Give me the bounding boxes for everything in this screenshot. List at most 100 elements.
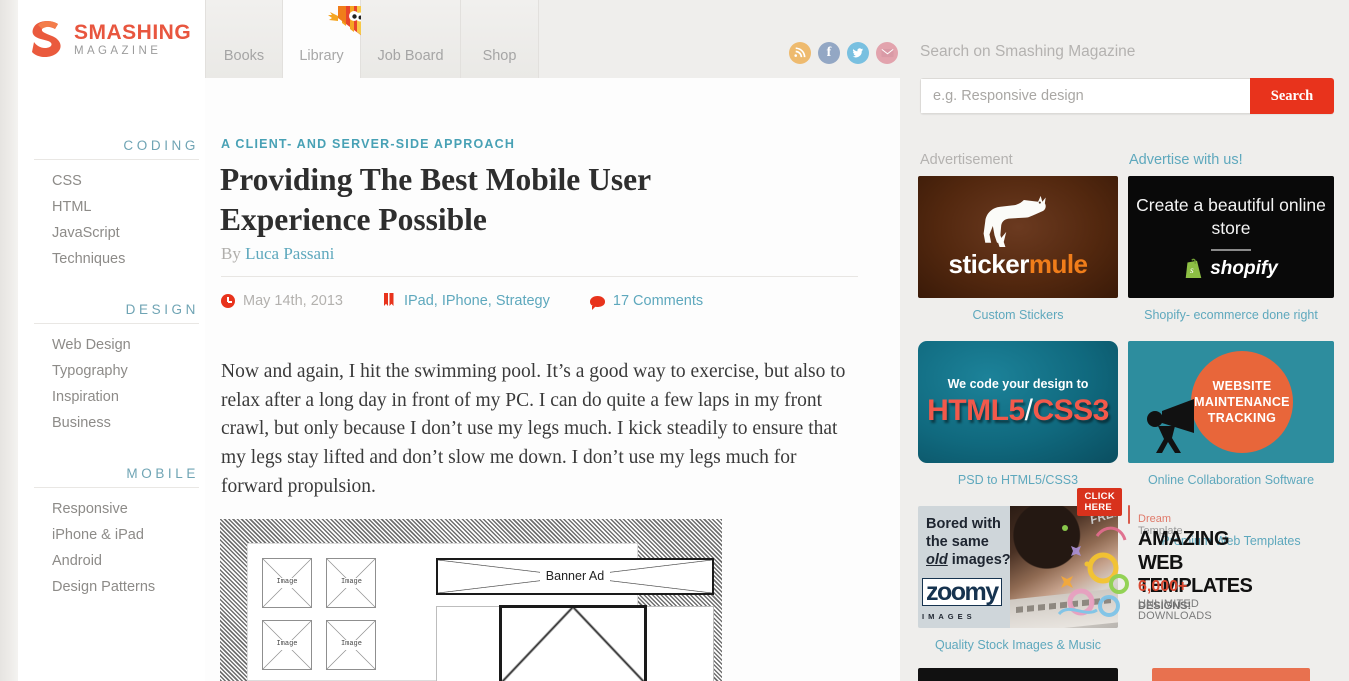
- sidebar-item-typography[interactable]: Typography: [52, 359, 205, 385]
- nav-tab-books[interactable]: Books: [205, 0, 283, 78]
- sketch-banner-ad: Banner Ad: [436, 558, 714, 595]
- ad-caption-stickermule[interactable]: Custom Stickers: [918, 298, 1118, 341]
- book-mascot-icon: [326, 2, 366, 44]
- site-logo[interactable]: SMASHING MAGAZINE: [28, 18, 191, 60]
- nav-tab-library[interactable]: Library: [283, 0, 365, 78]
- comment-bubble-icon: [589, 295, 605, 310]
- sidebar-category-mobile: MOBILE Responsive iPhone & iPad Android …: [18, 437, 205, 601]
- ad-top-line: We code your design to: [947, 376, 1089, 391]
- sketch-image-placeholder: Image: [326, 558, 377, 608]
- ad-tile-psd-to-html[interactable]: We code your design to HTML5/CSS3: [918, 341, 1118, 463]
- ad-tile-dream-template[interactable]: FREE Dream Template AMAZING WEB TEMPLATE…: [1051, 488, 1253, 622]
- sketch-canvas: Image Image Image Image Image Image Bann…: [247, 543, 714, 681]
- byline-prefix: By: [221, 244, 241, 263]
- sidebar-category-title: CODING: [123, 138, 199, 153]
- main-nav: Books Library Job Board Shop: [205, 0, 539, 78]
- sidebar-item-html[interactable]: HTML: [52, 195, 205, 221]
- sketch-image-placeholder: Image: [326, 620, 377, 670]
- ad-tile-shopify[interactable]: Create a beautiful online store s shopif…: [1128, 176, 1334, 298]
- ad-brand-row: s shopify: [1184, 258, 1278, 280]
- ad-line-2: the same: [926, 534, 989, 551]
- sidebar-item-javascript[interactable]: JavaScript: [52, 221, 205, 247]
- ad-caption-shopify[interactable]: Shopify- ecommerce done right: [1128, 298, 1334, 341]
- article-eyebrow[interactable]: A CLIENT- AND SERVER-SIDE APPROACH: [221, 137, 515, 151]
- newsletter-icon[interactable]: [876, 42, 898, 64]
- sidebar-category-design: DESIGN Web Design Typography Inspiration…: [18, 273, 205, 437]
- article-meta: May 14th, 2013 IPad, IPhone, Strategy 17…: [221, 293, 743, 310]
- category-sidebar: CODING CSS HTML JavaScript Techniques DE…: [18, 78, 205, 681]
- ad-cell: We code your design to HTML5/CSS3 PSD to…: [918, 341, 1118, 506]
- ad-headline-part-a: HTML5: [927, 393, 1025, 427]
- article-main: A CLIENT- AND SERVER-SIDE APPROACH Provi…: [205, 78, 900, 681]
- ad-tile-partial-left[interactable]: [918, 668, 1118, 681]
- ad-brand: stickermule: [948, 248, 1088, 280]
- sidebar-item-web-design[interactable]: Web Design: [52, 333, 205, 359]
- nav-tab-label: Books: [223, 48, 265, 64]
- meta-date: May 14th, 2013: [221, 293, 343, 309]
- nav-tab-job-board[interactable]: Job Board: [361, 0, 461, 78]
- meta-tags-link[interactable]: IPad, IPhone, Strategy: [404, 293, 550, 309]
- ad-brand: shopify: [1210, 257, 1278, 279]
- divider: [221, 276, 858, 277]
- facebook-icon[interactable]: f: [818, 42, 840, 64]
- meta-date-text: May 14th, 2013: [243, 293, 343, 309]
- author-link[interactable]: Luca Passani: [245, 244, 334, 263]
- ad-cell: Create a beautiful online store s shopif…: [1128, 176, 1334, 341]
- clock-icon: [221, 294, 235, 308]
- ad-headline-part-b: CSS3: [1032, 393, 1109, 427]
- sidebar-item-responsive[interactable]: Responsive: [52, 497, 205, 523]
- ad-line-1: Bored with: [926, 516, 1001, 532]
- ad-line-3: TRACKING: [1207, 411, 1277, 425]
- sketch-hero-block: [436, 605, 714, 681]
- ad-cell: stickermule Custom Stickers: [918, 176, 1118, 341]
- sidebar-item-css[interactable]: CSS: [52, 169, 205, 195]
- divider: [1211, 248, 1251, 251]
- advertise-with-us-link[interactable]: Advertise with us!: [1129, 152, 1243, 168]
- rss-icon[interactable]: [789, 42, 811, 64]
- social-links: f: [789, 42, 898, 64]
- sidebar-list: Responsive iPhone & iPad Android Design …: [18, 488, 205, 601]
- ad-brand-part-a: sticker: [948, 248, 1029, 279]
- logo-subtitle: MAGAZINE: [74, 45, 162, 58]
- sketch-image-grid: Image Image Image Image Image Image: [262, 558, 386, 681]
- sidebar-item-android[interactable]: Android: [52, 549, 205, 575]
- nav-tab-shop[interactable]: Shop: [461, 0, 539, 78]
- ad-caption-zoomy[interactable]: Quality Stock Images & Music: [918, 628, 1118, 671]
- ad-circle-badge: WEBSITE MAINTENANCE TRACKING: [1191, 351, 1293, 453]
- ad-brand-part-b: mule: [1028, 248, 1088, 279]
- svg-text:s: s: [1190, 266, 1194, 276]
- search-label: Search on Smashing Magazine: [920, 43, 1136, 60]
- sidebar-category-title: DESIGN: [125, 302, 199, 317]
- page-title: Providing The Best Mobile User Experienc…: [220, 162, 651, 237]
- confetti-graphic: [1051, 506, 1129, 617]
- site-header: SMASHING MAGAZINE Books Library Job Boar…: [0, 0, 1349, 114]
- ad-headline: HTML5/CSS3: [927, 394, 1109, 428]
- ad-tile-stickermule[interactable]: stickermule: [918, 176, 1118, 298]
- sketch-envelope-placeholder: [499, 605, 647, 681]
- ad-line-2: MAINTENANCE: [1194, 395, 1290, 409]
- sidebar-item-design-patterns[interactable]: Design Patterns: [52, 575, 205, 601]
- sidebar-item-iphone-ipad[interactable]: iPhone & iPad: [52, 523, 205, 549]
- meta-tags: IPad, IPhone, Strategy: [383, 293, 550, 309]
- ad-line-3-emphasis: old: [926, 552, 948, 569]
- page-root: SMASHING MAGAZINE Books Library Job Boar…: [0, 0, 1349, 681]
- logo-title: SMASHING: [74, 21, 192, 45]
- sketch-image-placeholder: Image: [262, 558, 312, 608]
- ad-line-1: WEBSITE: [1212, 379, 1272, 393]
- ad-tile-website-maintenance[interactable]: WEBSITE MAINTENANCE TRACKING: [1128, 341, 1334, 463]
- ad-copy: Bored with the same old images?: [918, 506, 1022, 628]
- twitter-icon[interactable]: [847, 42, 869, 64]
- ad-cell: WEBSITE MAINTENANCE TRACKING Online Coll…: [1128, 341, 1334, 506]
- sidebar-item-techniques[interactable]: Techniques: [52, 247, 205, 273]
- meta-comments-link[interactable]: 17 Comments: [613, 293, 703, 309]
- ad-headline: Bored with the same old images?: [926, 516, 1011, 568]
- sketch-image-placeholder: Image: [262, 620, 312, 670]
- sidebar-item-business[interactable]: Business: [52, 411, 205, 437]
- ad-caption-website-maintenance[interactable]: Online Collaboration Software: [1128, 463, 1334, 506]
- sidebar-item-inspiration[interactable]: Inspiration: [52, 385, 205, 411]
- ad-grid: stickermule Custom Stickers Create a bea…: [918, 176, 1334, 671]
- sketch-image-label: Image: [327, 578, 376, 588]
- ad-line-3-rest: images?: [951, 552, 1011, 569]
- ad-tile-partial-right[interactable]: [1152, 668, 1310, 681]
- wireframe-sketch-figure: Image Image Image Image Image Image Bann…: [220, 519, 722, 681]
